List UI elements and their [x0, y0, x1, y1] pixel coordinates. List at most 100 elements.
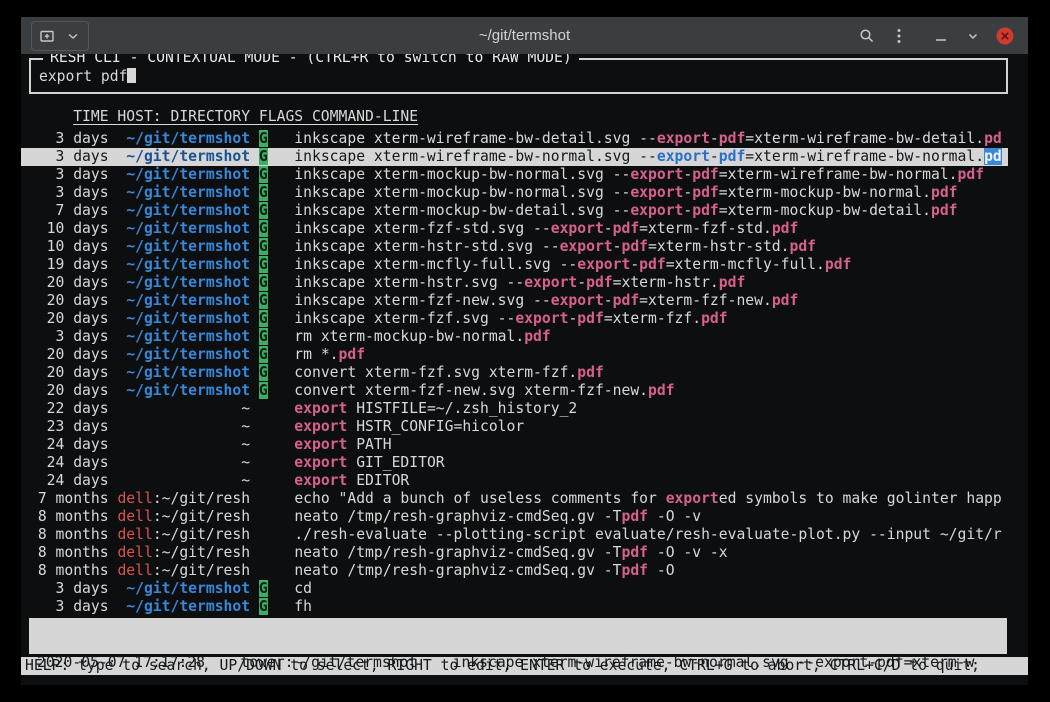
- menu-button[interactable]: [886, 23, 912, 49]
- tab-list-dropdown-button[interactable]: [60, 23, 86, 49]
- row-command-segment: pdf: [524, 328, 551, 345]
- history-row[interactable]: 24 days ~ export GIT_EDITOR: [21, 454, 1008, 472]
- history-row[interactable]: 10 days ~/git/termshot G inkscape xterm-…: [21, 220, 1008, 238]
- row-time: 24 days: [29, 454, 117, 471]
- row-command-segment: fh: [294, 598, 312, 615]
- close-icon: [995, 26, 1015, 46]
- row-command-segment: =xterm-wireframe-bw-normal.: [745, 148, 984, 165]
- row-flag: [259, 544, 268, 561]
- history-row-selected[interactable]: 3 days ~/git/termshot G inkscape xterm-w…: [21, 148, 1008, 166]
- history-row[interactable]: 20 days ~/git/termshot G inkscape xterm-…: [21, 310, 1008, 328]
- row-command-segment: =xterm-wireframe-bw-normal.: [719, 166, 958, 183]
- row-command-segment: pdf: [772, 292, 799, 309]
- search-button[interactable]: [854, 23, 880, 49]
- history-row[interactable]: 23 days ~ export HSTR_CONFIG=hicolor: [21, 418, 1008, 436]
- history-row[interactable]: 8 months dell:~/git/resh neato /tmp/resh…: [21, 544, 1008, 562]
- close-button[interactable]: [992, 23, 1018, 49]
- row-command-segment: -: [604, 292, 613, 309]
- history-row[interactable]: 3 days ~/git/termshot G cd: [21, 580, 1008, 598]
- row-host: ~: [241, 472, 250, 489]
- row-host: ~: [241, 454, 250, 471]
- row-time: 20 days: [29, 292, 117, 309]
- history-row[interactable]: 20 days ~/git/termshot G convert xterm-f…: [21, 364, 1008, 382]
- row-time: 22 days: [29, 400, 117, 417]
- history-row[interactable]: 7 days ~/git/termshot G inkscape xterm-m…: [21, 202, 1008, 220]
- row-command-segment: =xterm-fzf-std.: [639, 220, 772, 237]
- history-row[interactable]: 3 days ~/git/termshot G rm xterm-mockup-…: [21, 328, 1008, 346]
- row-command-segment: export: [630, 202, 683, 219]
- history-row[interactable]: 8 months dell:~/git/resh neato /tmp/resh…: [21, 562, 1008, 580]
- history-row[interactable]: 19 days ~/git/termshot G inkscape xterm-…: [21, 256, 1008, 274]
- row-time: 20 days: [29, 382, 117, 399]
- row-command-segment: pdf: [577, 310, 604, 327]
- row-flag: [259, 418, 268, 435]
- row-time: 20 days: [29, 310, 117, 327]
- row-flag: G: [259, 184, 268, 201]
- row-host: ~: [241, 400, 250, 417]
- history-row[interactable]: 8 months dell:~/git/resh ./resh-evaluate…: [21, 526, 1008, 544]
- row-host: :~/git/resh: [153, 526, 250, 543]
- row-command-segment: -: [568, 310, 577, 327]
- row-flag: [259, 436, 268, 453]
- row-command-segment: cd: [294, 580, 312, 597]
- row-command-segment: pdf: [613, 220, 640, 237]
- history-row[interactable]: 24 days ~ export EDITOR: [21, 472, 1008, 490]
- row-command-segment: pdf: [719, 148, 746, 165]
- row-flag: G: [259, 292, 268, 309]
- row-command-segment: inkscape xterm-hstr.svg --: [294, 274, 524, 291]
- row-time: 7 months: [29, 490, 117, 507]
- row-command-segment: echo "Add a bunch of useless comments fo…: [294, 490, 665, 507]
- row-host: ~: [241, 418, 250, 435]
- row-command-segment: =xterm-mockup-bw-normal.: [719, 184, 931, 201]
- row-command-segment: pdf: [577, 364, 604, 381]
- row-flag: G: [259, 220, 268, 237]
- table-header: TIME HOST: DIRECTORY FLAGS COMMAND-LINE: [21, 108, 1008, 126]
- history-row[interactable]: 3 days ~/git/termshot G inkscape xterm-m…: [21, 166, 1008, 184]
- kebab-menu-icon: [896, 28, 902, 44]
- row-command-segment: neato /tmp/resh-graphviz-cmdSeq.gv -T: [294, 562, 621, 579]
- history-row[interactable]: 24 days ~ export PATH: [21, 436, 1008, 454]
- history-row[interactable]: 20 days ~/git/termshot G inkscape xterm-…: [21, 292, 1008, 310]
- row-flag: [259, 472, 268, 489]
- row-time: 10 days: [29, 220, 117, 237]
- restore-button[interactable]: [960, 23, 986, 49]
- row-flag: G: [259, 580, 268, 597]
- row-command-segment: export: [524, 274, 577, 291]
- minimize-button[interactable]: [928, 23, 954, 49]
- row-command-segment: neato /tmp/resh-graphviz-cmdSeq.gv -T: [294, 544, 621, 561]
- history-row[interactable]: 10 days ~/git/termshot G inkscape xterm-…: [21, 238, 1008, 256]
- search-icon: [859, 28, 875, 44]
- row-command-segment: pdf: [613, 292, 640, 309]
- row-command-segment: -: [577, 274, 586, 291]
- row-command-segment: =xterm-fzf.: [604, 310, 701, 327]
- row-command-segment: export: [294, 436, 347, 453]
- row-host: dell: [117, 526, 152, 543]
- row-command-segment: convert xterm-fzf.svg xterm-fzf.: [294, 364, 577, 381]
- row-flag: [259, 400, 268, 417]
- history-row[interactable]: 20 days ~/git/termshot G inkscape xterm-…: [21, 274, 1008, 292]
- row-time: 19 days: [29, 256, 117, 273]
- history-row[interactable]: 20 days ~/git/termshot G rm *.pdf: [21, 346, 1008, 364]
- row-command-segment: export: [666, 490, 719, 507]
- row-host: dell: [117, 490, 152, 507]
- search-input[interactable]: export pdf: [39, 68, 998, 86]
- row-command-segment: export: [630, 166, 683, 183]
- row-command-segment: pdf: [772, 220, 799, 237]
- history-row[interactable]: 3 days ~/git/termshot G fh: [21, 598, 1008, 616]
- row-command-segment: -: [683, 166, 692, 183]
- row-time: 8 months: [29, 508, 117, 525]
- new-tab-button[interactable]: [34, 23, 60, 49]
- row-host: :~/git/resh: [153, 490, 250, 507]
- row-command-segment: export: [294, 472, 347, 489]
- row-command-segment: pdf: [648, 382, 675, 399]
- history-row[interactable]: 22 days ~ export HISTFILE=~/.zsh_history…: [21, 400, 1008, 418]
- history-row[interactable]: 20 days ~/git/termshot G convert xterm-f…: [21, 382, 1008, 400]
- row-flag: [259, 526, 268, 543]
- row-command-segment: rm xterm-mockup-bw-normal.: [294, 328, 524, 345]
- history-row[interactable]: 3 days ~/git/termshot G inkscape xterm-m…: [21, 184, 1008, 202]
- history-row[interactable]: 8 months dell:~/git/resh neato /tmp/resh…: [21, 508, 1008, 526]
- row-flag: G: [259, 598, 268, 615]
- row-command-segment: -: [630, 256, 639, 273]
- history-row[interactable]: 3 days ~/git/termshot G inkscape xterm-w…: [21, 130, 1008, 148]
- history-row[interactable]: 7 months dell:~/git/resh echo "Add a bun…: [21, 490, 1008, 508]
